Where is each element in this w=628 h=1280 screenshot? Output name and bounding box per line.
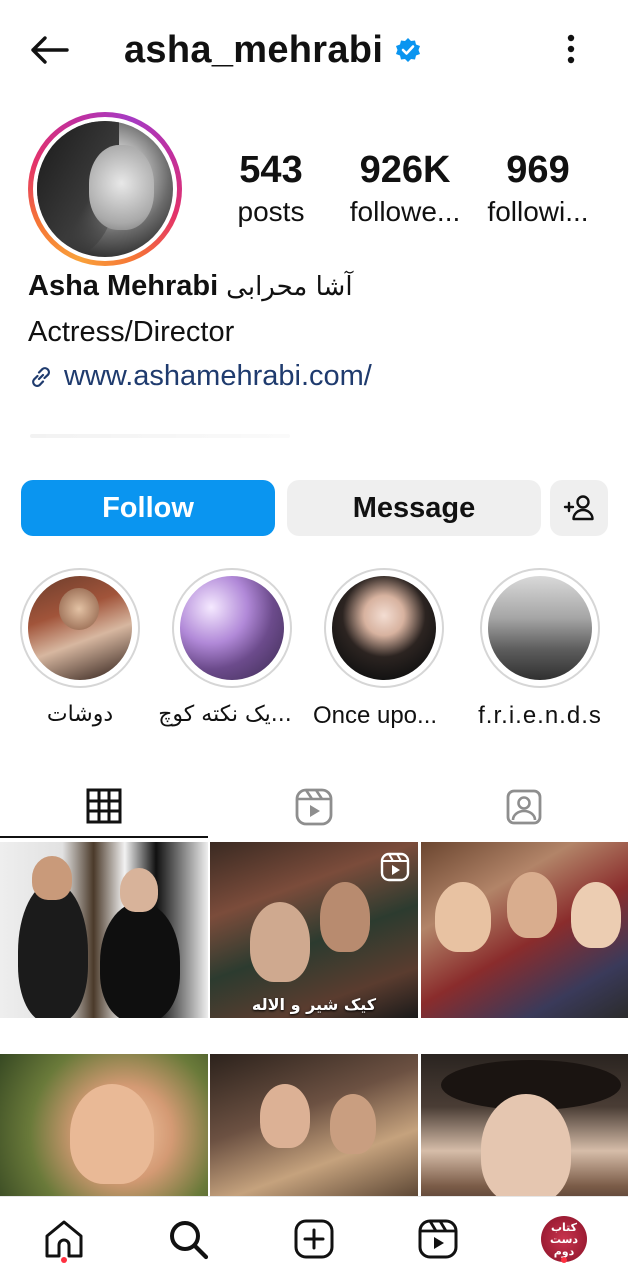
divider bbox=[30, 434, 290, 438]
home-icon bbox=[45, 1220, 83, 1258]
nav-create[interactable] bbox=[290, 1215, 338, 1263]
tab-reels[interactable] bbox=[210, 776, 418, 838]
nav-home[interactable] bbox=[40, 1215, 88, 1263]
back-arrow-icon bbox=[31, 36, 69, 64]
post-thumbnail[interactable] bbox=[421, 842, 628, 1018]
posts-label: posts bbox=[237, 196, 305, 227]
post-thumbnail[interactable]: کیک شیر و الاله bbox=[210, 842, 418, 1018]
post-caption-text: کیک شیر و الاله bbox=[251, 995, 377, 1014]
tab-posts-grid[interactable] bbox=[0, 776, 208, 838]
highlight-label: یک نکته کوچ... bbox=[158, 702, 292, 727]
followers-label: followe... bbox=[349, 196, 461, 227]
highlight-item[interactable]: f.r.i.e.n.d.s bbox=[478, 568, 602, 730]
profile-display-name: Asha Mehrabi آشا محرابی bbox=[28, 270, 353, 303]
posts-grid: کیک شیر و الاله bbox=[0, 842, 628, 1196]
website-url: www.ashamehrabi.com/ bbox=[64, 360, 372, 392]
username: asha_mehrabi bbox=[124, 28, 384, 71]
highlight-cover bbox=[488, 576, 592, 680]
post-thumbnail[interactable] bbox=[0, 842, 208, 1018]
highlight-label: Once upo... bbox=[312, 702, 438, 729]
posts-count: 543 bbox=[239, 149, 303, 191]
more-vertical-icon bbox=[567, 34, 575, 64]
notification-dot bbox=[561, 1257, 567, 1263]
grid-icon bbox=[86, 788, 122, 824]
posts-stat[interactable]: 543 posts bbox=[226, 148, 316, 232]
username-title: asha_mehrabi bbox=[124, 24, 421, 76]
highlight-label: دوشات bbox=[46, 702, 114, 727]
display-name-latin: Asha Mehrabi bbox=[28, 270, 219, 302]
highlight-cover bbox=[180, 576, 284, 680]
add-user-icon bbox=[563, 495, 594, 521]
reel-badge-icon bbox=[380, 852, 410, 882]
display-name-persian: آشا محرابی bbox=[226, 272, 353, 302]
nav-profile[interactable]: کتاب دست دوم bbox=[540, 1215, 588, 1263]
followers-stat[interactable]: 926K followe... bbox=[338, 148, 472, 232]
profile-avatar: کتاب دست دوم bbox=[541, 1216, 587, 1262]
verified-badge-icon bbox=[396, 38, 421, 62]
following-stat[interactable]: 969 followi... bbox=[478, 148, 598, 232]
highlight-item[interactable]: دوشات bbox=[18, 568, 142, 727]
search-icon bbox=[170, 1221, 209, 1260]
highlight-label: f.r.i.e.n.d.s bbox=[478, 702, 602, 729]
create-icon bbox=[294, 1219, 334, 1259]
reels-icon bbox=[295, 788, 333, 826]
following-count: 969 bbox=[506, 149, 570, 191]
followers-count: 926K bbox=[359, 149, 451, 191]
reels-icon bbox=[418, 1219, 458, 1259]
highlight-item[interactable]: یک نکته کوچ... bbox=[158, 568, 294, 727]
bottom-navigation: کتاب دست دوم bbox=[0, 1196, 628, 1280]
nav-reels[interactable] bbox=[414, 1215, 462, 1263]
tagged-icon bbox=[506, 789, 542, 825]
profile-header: asha_mehrabi bbox=[0, 0, 628, 100]
more-options-button[interactable] bbox=[556, 28, 586, 70]
highlight-cover bbox=[28, 576, 132, 680]
message-button[interactable]: Message bbox=[287, 480, 541, 536]
follow-button[interactable]: Follow bbox=[21, 480, 275, 536]
highlight-cover bbox=[332, 576, 436, 680]
link-icon bbox=[32, 366, 50, 387]
suggested-users-button[interactable] bbox=[550, 480, 608, 536]
following-label: followi... bbox=[487, 196, 589, 227]
nav-search[interactable] bbox=[164, 1215, 212, 1263]
profile-avatar-story-ring[interactable] bbox=[28, 112, 182, 266]
profile-website-link[interactable]: www.ashamehrabi.com/ bbox=[28, 360, 372, 393]
highlight-item[interactable]: Once upo... bbox=[313, 568, 446, 730]
post-thumbnail[interactable] bbox=[421, 1054, 628, 1196]
tab-tagged[interactable] bbox=[420, 776, 628, 838]
notification-dot bbox=[61, 1257, 67, 1263]
post-thumbnail[interactable] bbox=[0, 1054, 208, 1196]
profile-avatar bbox=[37, 121, 173, 257]
post-thumbnail[interactable] bbox=[210, 1054, 418, 1196]
profile-category: Actress/Director bbox=[28, 316, 235, 348]
back-button[interactable] bbox=[26, 30, 72, 70]
